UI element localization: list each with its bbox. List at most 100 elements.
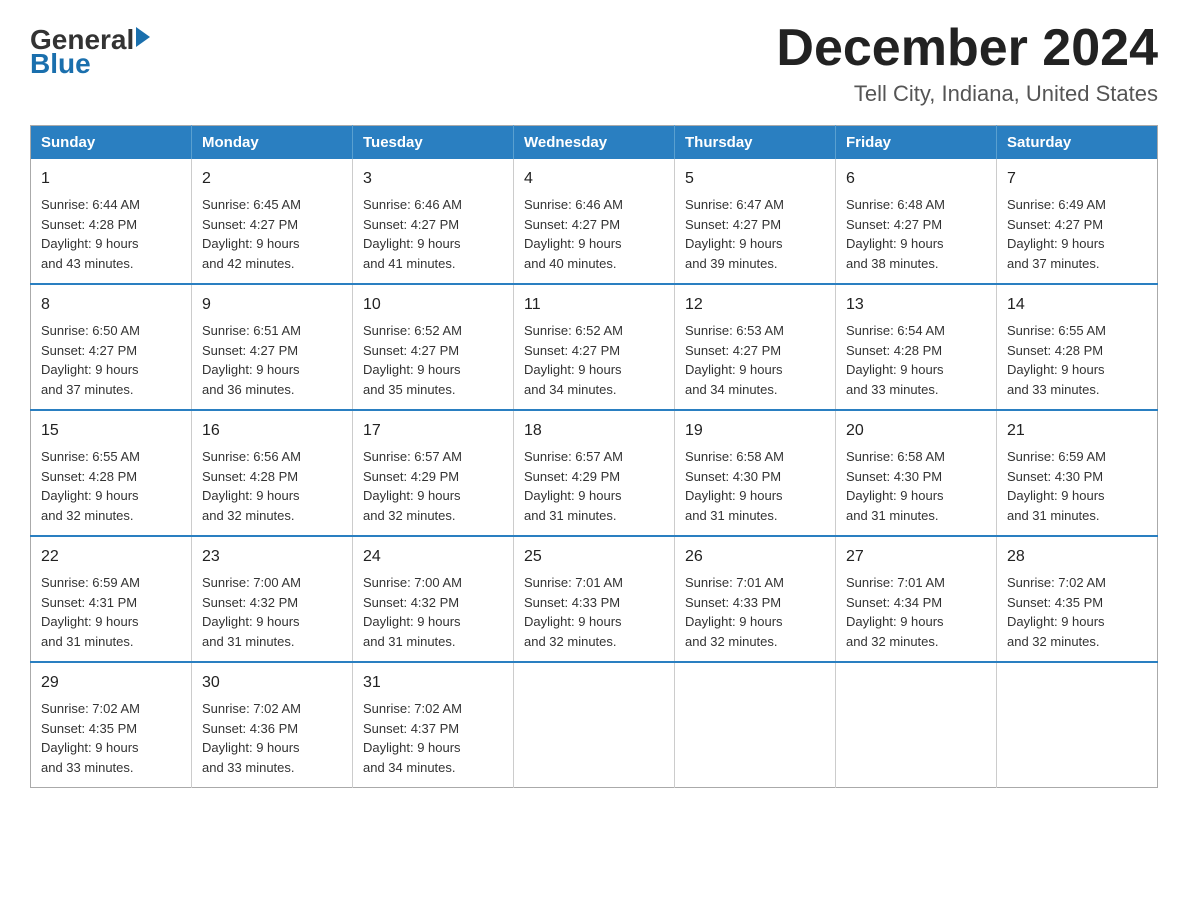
calendar-cell: 16 Sunrise: 6:56 AMSunset: 4:28 PMDayligh… bbox=[192, 410, 353, 536]
day-info: Sunrise: 6:49 AMSunset: 4:27 PMDaylight:… bbox=[1007, 195, 1147, 273]
day-info: Sunrise: 7:01 AMSunset: 4:34 PMDaylight:… bbox=[846, 573, 986, 651]
day-info: Sunrise: 6:53 AMSunset: 4:27 PMDaylight:… bbox=[685, 321, 825, 399]
day-info: Sunrise: 6:45 AMSunset: 4:27 PMDaylight:… bbox=[202, 195, 342, 273]
day-info: Sunrise: 7:01 AMSunset: 4:33 PMDaylight:… bbox=[685, 573, 825, 651]
day-info: Sunrise: 7:02 AMSunset: 4:37 PMDaylight:… bbox=[363, 699, 503, 777]
calendar-cell: 4 Sunrise: 6:46 AMSunset: 4:27 PMDaylight… bbox=[514, 159, 675, 284]
day-info: Sunrise: 6:46 AMSunset: 4:27 PMDaylight:… bbox=[363, 195, 503, 273]
day-number: 23 bbox=[202, 545, 342, 569]
day-info: Sunrise: 6:52 AMSunset: 4:27 PMDaylight:… bbox=[363, 321, 503, 399]
day-info: Sunrise: 6:54 AMSunset: 4:28 PMDaylight:… bbox=[846, 321, 986, 399]
calendar-cell: 30 Sunrise: 7:02 AMSunset: 4:36 PMDayligh… bbox=[192, 662, 353, 788]
day-info: Sunrise: 6:52 AMSunset: 4:27 PMDaylight:… bbox=[524, 321, 664, 399]
day-info: Sunrise: 6:58 AMSunset: 4:30 PMDaylight:… bbox=[685, 447, 825, 525]
day-number: 29 bbox=[41, 671, 181, 695]
day-number: 27 bbox=[846, 545, 986, 569]
day-number: 11 bbox=[524, 293, 664, 317]
day-number: 10 bbox=[363, 293, 503, 317]
calendar-cell: 29Sunrise: 7:02 AMSunset: 4:35 PMDayligh… bbox=[31, 662, 192, 788]
calendar-cell: 25 Sunrise: 7:01 AMSunset: 4:33 PMDayligh… bbox=[514, 536, 675, 662]
day-info: Sunrise: 7:00 AMSunset: 4:32 PMDaylight:… bbox=[202, 573, 342, 651]
calendar-week-3: 15Sunrise: 6:55 AMSunset: 4:28 PMDayligh… bbox=[31, 410, 1158, 536]
day-of-week-thursday: Thursday bbox=[675, 126, 836, 160]
day-info: Sunrise: 7:00 AMSunset: 4:32 PMDaylight:… bbox=[363, 573, 503, 651]
calendar-cell bbox=[836, 662, 997, 788]
day-number: 19 bbox=[685, 419, 825, 443]
calendar-cell: 24 Sunrise: 7:00 AMSunset: 4:32 PMDayligh… bbox=[353, 536, 514, 662]
page-header: General Blue December 2024 Tell City, In… bbox=[30, 20, 1158, 107]
calendar-week-2: 8Sunrise: 6:50 AMSunset: 4:27 PMDaylight… bbox=[31, 284, 1158, 410]
day-info: Sunrise: 6:56 AMSunset: 4:28 PMDaylight:… bbox=[202, 447, 342, 525]
day-info: Sunrise: 6:48 AMSunset: 4:27 PMDaylight:… bbox=[846, 195, 986, 273]
day-number: 30 bbox=[202, 671, 342, 695]
calendar-week-1: 1 Sunrise: 6:44 AMSunset: 4:28 PMDaylight… bbox=[31, 159, 1158, 284]
calendar-cell: 26 Sunrise: 7:01 AMSunset: 4:33 PMDayligh… bbox=[675, 536, 836, 662]
calendar-cell: 8Sunrise: 6:50 AMSunset: 4:27 PMDaylight… bbox=[31, 284, 192, 410]
day-info: Sunrise: 6:44 AMSunset: 4:28 PMDaylight:… bbox=[41, 195, 181, 273]
day-info: Sunrise: 6:59 AMSunset: 4:30 PMDaylight:… bbox=[1007, 447, 1147, 525]
day-info: Sunrise: 6:58 AMSunset: 4:30 PMDaylight:… bbox=[846, 447, 986, 525]
calendar-cell: 22 Sunrise: 6:59 AMSunset: 4:31 PMDayligh… bbox=[31, 536, 192, 662]
day-number: 28 bbox=[1007, 545, 1147, 569]
calendar-cell: 20 Sunrise: 6:58 AMSunset: 4:30 PMDayligh… bbox=[836, 410, 997, 536]
calendar-cell: 5Sunrise: 6:47 AMSunset: 4:27 PMDaylight… bbox=[675, 159, 836, 284]
calendar-header: SundayMondayTuesdayWednesdayThursdayFrid… bbox=[31, 126, 1158, 160]
day-number: 7 bbox=[1007, 167, 1147, 191]
calendar-cell: 28Sunrise: 7:02 AMSunset: 4:35 PMDayligh… bbox=[997, 536, 1158, 662]
day-number: 13 bbox=[846, 293, 986, 317]
day-info: Sunrise: 6:57 AMSunset: 4:29 PMDaylight:… bbox=[363, 447, 503, 525]
calendar-cell: 1 Sunrise: 6:44 AMSunset: 4:28 PMDaylight… bbox=[31, 159, 192, 284]
day-number: 9 bbox=[202, 293, 342, 317]
day-number: 1 bbox=[41, 167, 181, 191]
day-info: Sunrise: 6:47 AMSunset: 4:27 PMDaylight:… bbox=[685, 195, 825, 273]
calendar-cell: 7 Sunrise: 6:49 AMSunset: 4:27 PMDaylight… bbox=[997, 159, 1158, 284]
calendar-cell: 14 Sunrise: 6:55 AMSunset: 4:28 PMDayligh… bbox=[997, 284, 1158, 410]
title-area: December 2024 Tell City, Indiana, United… bbox=[776, 20, 1158, 107]
day-of-week-friday: Friday bbox=[836, 126, 997, 160]
day-of-week-monday: Monday bbox=[192, 126, 353, 160]
calendar-cell: 31 Sunrise: 7:02 AMSunset: 4:37 PMDayligh… bbox=[353, 662, 514, 788]
calendar-cell: 13 Sunrise: 6:54 AMSunset: 4:28 PMDayligh… bbox=[836, 284, 997, 410]
location-subtitle: Tell City, Indiana, United States bbox=[776, 81, 1158, 107]
day-info: Sunrise: 6:55 AMSunset: 4:28 PMDaylight:… bbox=[1007, 321, 1147, 399]
calendar-body: 1 Sunrise: 6:44 AMSunset: 4:28 PMDaylight… bbox=[31, 159, 1158, 788]
day-number: 25 bbox=[524, 545, 664, 569]
day-info: Sunrise: 6:59 AMSunset: 4:31 PMDaylight:… bbox=[41, 573, 181, 651]
month-year-title: December 2024 bbox=[776, 20, 1158, 77]
day-number: 22 bbox=[41, 545, 181, 569]
day-info: Sunrise: 7:01 AMSunset: 4:33 PMDaylight:… bbox=[524, 573, 664, 651]
day-number: 26 bbox=[685, 545, 825, 569]
days-of-week-row: SundayMondayTuesdayWednesdayThursdayFrid… bbox=[31, 126, 1158, 160]
day-number: 31 bbox=[363, 671, 503, 695]
day-number: 12 bbox=[685, 293, 825, 317]
day-info: Sunrise: 6:46 AMSunset: 4:27 PMDaylight:… bbox=[524, 195, 664, 273]
day-info: Sunrise: 6:55 AMSunset: 4:28 PMDaylight:… bbox=[41, 447, 181, 525]
day-number: 20 bbox=[846, 419, 986, 443]
calendar-cell: 3Sunrise: 6:46 AMSunset: 4:27 PMDaylight… bbox=[353, 159, 514, 284]
logo-blue: Blue bbox=[30, 48, 91, 80]
day-of-week-tuesday: Tuesday bbox=[353, 126, 514, 160]
calendar-cell: 17Sunrise: 6:57 AMSunset: 4:29 PMDayligh… bbox=[353, 410, 514, 536]
calendar-cell bbox=[997, 662, 1158, 788]
calendar-cell: 15Sunrise: 6:55 AMSunset: 4:28 PMDayligh… bbox=[31, 410, 192, 536]
calendar-cell: 23 Sunrise: 7:00 AMSunset: 4:32 PMDayligh… bbox=[192, 536, 353, 662]
calendar-cell: 2Sunrise: 6:45 AMSunset: 4:27 PMDaylight… bbox=[192, 159, 353, 284]
day-number: 18 bbox=[524, 419, 664, 443]
calendar-cell: 9Sunrise: 6:51 AMSunset: 4:27 PMDaylight… bbox=[192, 284, 353, 410]
day-info: Sunrise: 6:57 AMSunset: 4:29 PMDaylight:… bbox=[524, 447, 664, 525]
calendar-week-5: 29Sunrise: 7:02 AMSunset: 4:35 PMDayligh… bbox=[31, 662, 1158, 788]
calendar-cell: 11 Sunrise: 6:52 AMSunset: 4:27 PMDayligh… bbox=[514, 284, 675, 410]
calendar-table: SundayMondayTuesdayWednesdayThursdayFrid… bbox=[30, 125, 1158, 788]
day-number: 14 bbox=[1007, 293, 1147, 317]
day-number: 16 bbox=[202, 419, 342, 443]
day-number: 4 bbox=[524, 167, 664, 191]
calendar-cell bbox=[675, 662, 836, 788]
day-number: 8 bbox=[41, 293, 181, 317]
day-of-week-wednesday: Wednesday bbox=[514, 126, 675, 160]
day-info: Sunrise: 7:02 AMSunset: 4:36 PMDaylight:… bbox=[202, 699, 342, 777]
day-number: 24 bbox=[363, 545, 503, 569]
calendar-week-4: 22 Sunrise: 6:59 AMSunset: 4:31 PMDayligh… bbox=[31, 536, 1158, 662]
logo-triangle-icon bbox=[136, 27, 150, 47]
calendar-cell: 6Sunrise: 6:48 AMSunset: 4:27 PMDaylight… bbox=[836, 159, 997, 284]
day-of-week-saturday: Saturday bbox=[997, 126, 1158, 160]
